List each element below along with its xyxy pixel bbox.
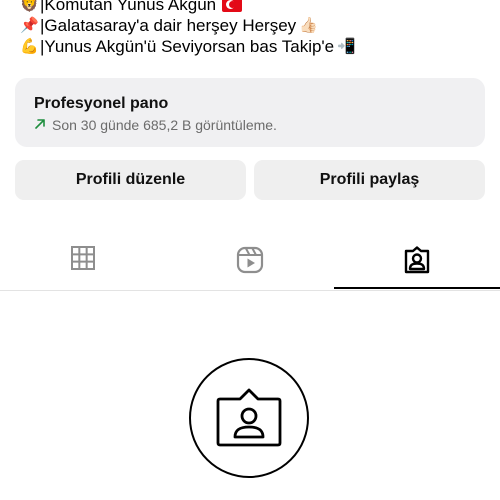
profile-bio: 🦁 |Komutan Yunus Akgün 📌 |Galatasaray'a … — [20, 0, 490, 57]
tab-posts[interactable] — [0, 236, 166, 290]
reels-icon — [236, 246, 264, 274]
grid-icon — [71, 246, 95, 270]
phone-arrow-emoji-icon: 📲 — [337, 38, 356, 55]
lion-emoji-icon: 🦁 — [20, 0, 39, 13]
tagged-icon — [404, 246, 430, 274]
professional-dashboard-card[interactable]: Profesyonel pano Son 30 günde 685,2 B gö… — [15, 78, 485, 147]
profile-tabs — [0, 236, 500, 291]
dashboard-stats: Son 30 günde 685,2 B görüntüleme. — [34, 117, 466, 134]
active-tab-indicator — [334, 287, 500, 289]
dashboard-stats-text: Son 30 günde 685,2 B görüntüleme. — [52, 117, 277, 133]
share-profile-button[interactable]: Profili paylaş — [254, 160, 485, 200]
tagged-person-icon — [216, 388, 282, 447]
pushpin-emoji-icon: 📌 — [20, 17, 39, 34]
bio-line-1-text: |Komutan Yunus Akgün — [40, 0, 217, 14]
bio-line-3-text: |Yunus Akgün'ü Seviyorsan bas Takip'e — [40, 37, 335, 56]
flexed-biceps-emoji-icon: 💪 — [20, 38, 39, 55]
bio-line-2-text: |Galatasaray'a dair herşey Herşey — [40, 16, 297, 35]
bio-line-3: 💪 |Yunus Akgün'ü Seviyorsan bas Takip'e … — [20, 36, 490, 57]
trend-up-icon — [34, 117, 52, 134]
dashboard-title: Profesyonel pano — [34, 95, 169, 112]
tab-reels[interactable] — [167, 236, 333, 290]
edit-profile-button[interactable]: Profili düzenle — [15, 160, 246, 200]
bio-line-2: 📌 |Galatasaray'a dair herşey Herşey 👍🏻 — [20, 15, 490, 36]
turkey-flag-icon — [222, 0, 243, 12]
tagged-empty-state — [189, 358, 309, 478]
bio-line-1: 🦁 |Komutan Yunus Akgün — [20, 0, 490, 15]
profile-page: 🦁 |Komutan Yunus Akgün 📌 |Galatasaray'a … — [0, 0, 500, 500]
tab-tagged[interactable] — [334, 236, 500, 290]
thumbs-up-emoji-icon: 👍🏻 — [299, 17, 318, 34]
